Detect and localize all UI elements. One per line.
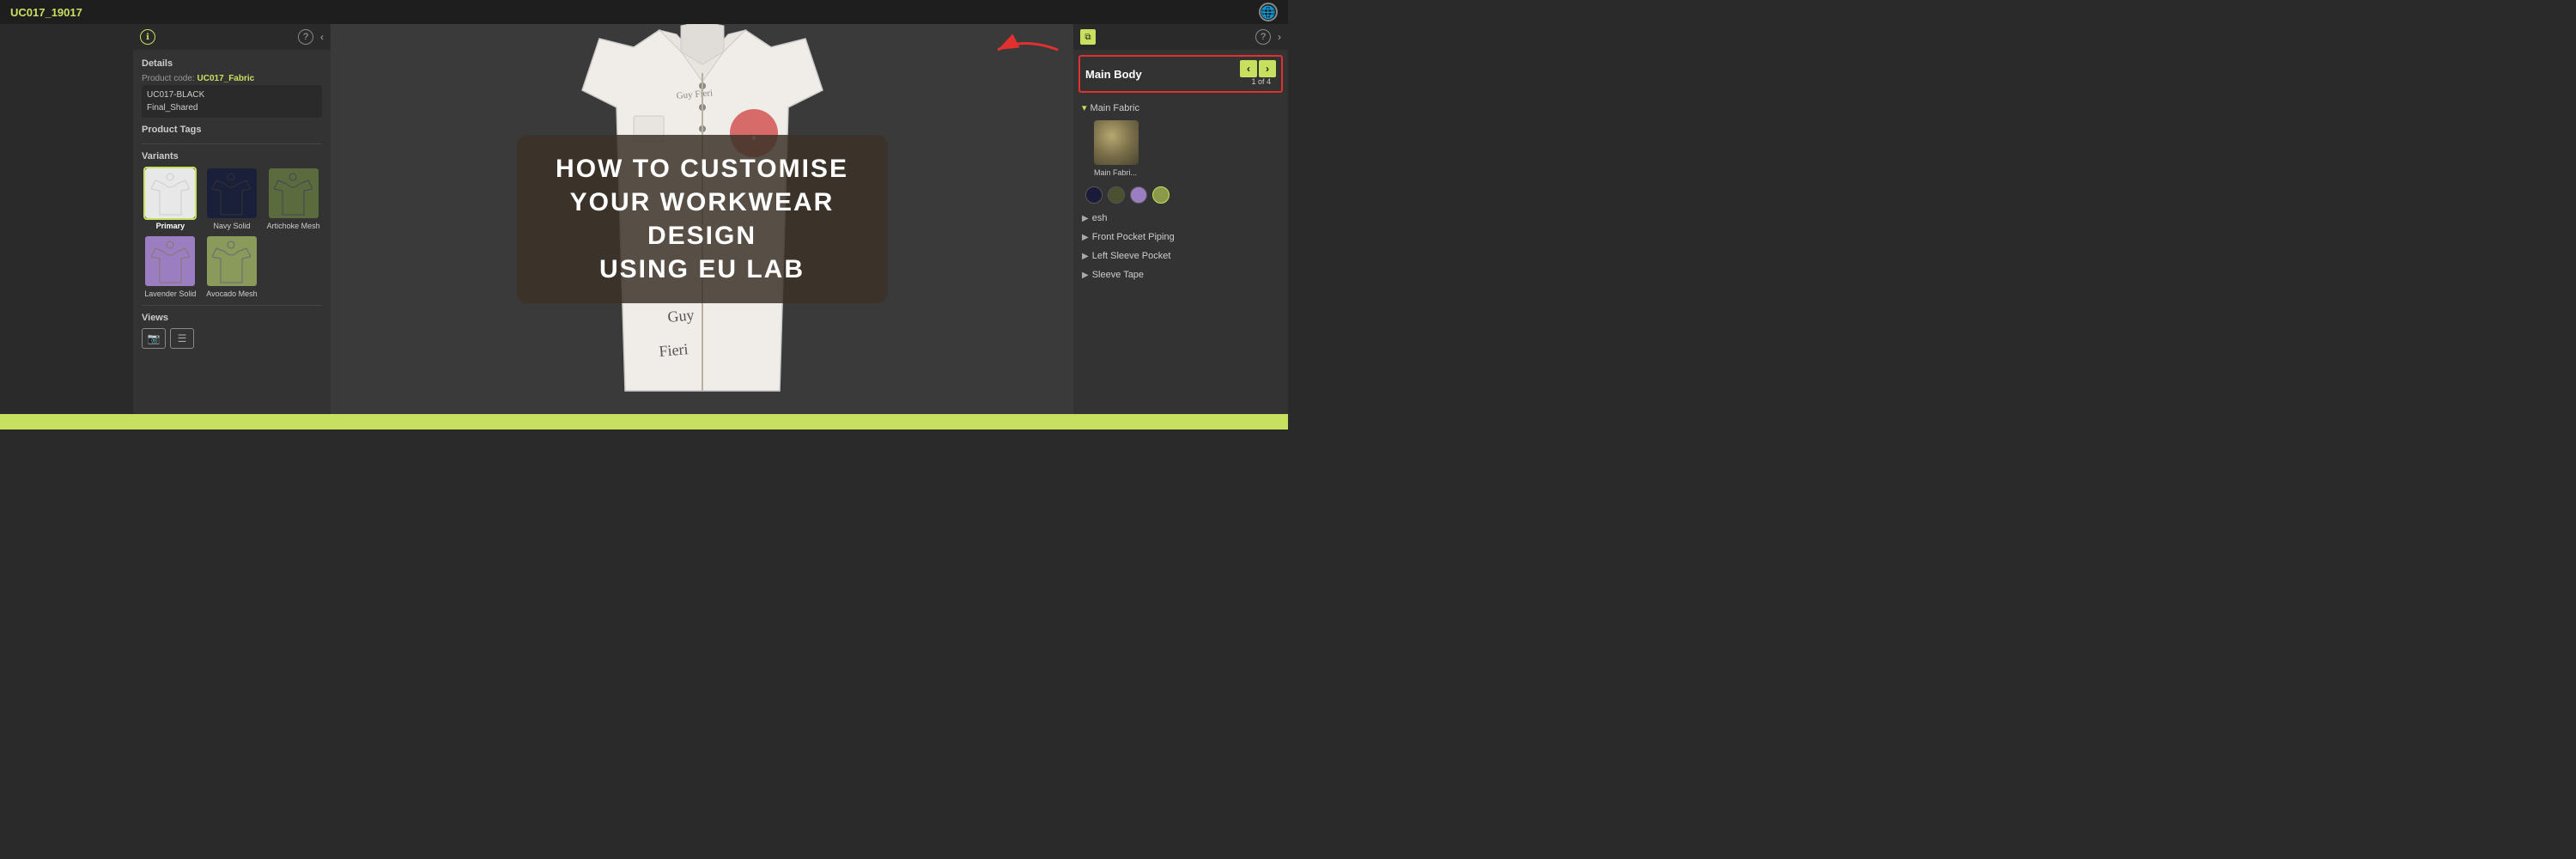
overlay-line1: HOW TO CUSTOMISE: [542, 152, 862, 186]
main-body-section: Main Body ‹ › 1 of 4: [1078, 55, 1283, 93]
expand-arrow-mesh: ▶: [1082, 214, 1089, 223]
variant-avocado[interactable]: Avocado Mesh: [204, 235, 261, 298]
sleeve-tape-label: Sleeve Tape: [1092, 270, 1144, 280]
variant-label-avocado: Avocado Mesh: [206, 289, 257, 298]
right-panel: ⧉ ? › Main Body ‹ › 1 of 4 ▾ Main Fabric…: [1073, 24, 1288, 414]
prev-button[interactable]: ‹: [1240, 60, 1257, 77]
variant-thumb-primary[interactable]: [143, 167, 197, 220]
next-button[interactable]: ›: [1259, 60, 1276, 77]
main-fabric-label: Main Fabric: [1091, 103, 1139, 113]
expandable-front-pocket[interactable]: ▶ Front Pocket Piping: [1073, 228, 1288, 247]
left-panel: ℹ ? ‹ Details Product code: UC017_Fabric…: [133, 24, 331, 414]
right-question-icon[interactable]: ?: [1255, 29, 1271, 45]
expand-arrow-sleeve-tape: ▶: [1082, 271, 1089, 280]
expandable-sleeve-tape[interactable]: ▶ Sleeve Tape: [1073, 265, 1288, 284]
variant-label-lavender: Lavender Solid: [144, 289, 196, 298]
question-icon[interactable]: ?: [298, 29, 313, 45]
list-view-btn[interactable]: ☰: [170, 328, 194, 349]
left-panel-header: ℹ ? ‹: [133, 24, 331, 50]
variant-label-navy: Navy Solid: [213, 222, 250, 230]
product-code-label: Product code: UC017_Fabric: [142, 74, 322, 83]
mesh-label: esh: [1092, 213, 1108, 223]
bottom-bar: [0, 414, 1288, 430]
collapse-arrow[interactable]: ‹: [320, 31, 324, 43]
right-panel-header: ⧉ ? ›: [1073, 24, 1288, 50]
variants-grid: Primary Navy Solid: [142, 167, 322, 298]
globe-icon[interactable]: 🌐: [1259, 3, 1278, 21]
views-label: Views: [142, 313, 322, 323]
main-body-counter: 1 of 4: [1251, 77, 1271, 86]
variant-label-primary: Primary: [156, 222, 185, 230]
variant-thumb-navy[interactable]: [205, 167, 258, 220]
center-garment-area: ★ Guy Fieri Guy Fieri HOW TO CUSTOMISE Y…: [331, 24, 1073, 414]
variant-name-block: UC017-BLACKFinal_Shared: [142, 85, 322, 118]
variants-label: Variants: [142, 151, 322, 161]
left-sleeve-label: Left Sleeve Pocket: [1092, 251, 1171, 261]
variant-label-artichoke: Artichoke Mesh: [267, 222, 320, 230]
main-fabric-section: ▾ Main Fabric Main Fabri...: [1073, 98, 1288, 181]
swatch-lavender[interactable]: [1130, 186, 1147, 204]
views-icons: 📷 ☰: [142, 328, 322, 349]
variant-thumb-lavender[interactable]: [143, 235, 197, 288]
swatch-avocado-selected[interactable]: [1152, 186, 1170, 204]
svg-text:Fieri: Fieri: [658, 340, 689, 360]
swatch-olive[interactable]: [1108, 186, 1125, 204]
variant-navy[interactable]: Navy Solid: [204, 167, 261, 230]
product-id: UC017_19017: [10, 6, 82, 19]
camera-view-btn[interactable]: 📷: [142, 328, 166, 349]
overlay-text: HOW TO CUSTOMISE YOUR WORKWEAR DESIGN US…: [542, 152, 862, 286]
main-body-title: Main Body: [1085, 68, 1142, 81]
overlay-line3: USING EU LAB: [542, 253, 862, 286]
fabric-name-label: Main Fabri...: [1094, 168, 1137, 177]
variant-primary[interactable]: Primary: [142, 167, 199, 230]
views-section: Views 📷 ☰: [142, 313, 322, 349]
product-code-value: UC017_Fabric: [197, 74, 255, 83]
variant-artichoke[interactable]: Artichoke Mesh: [264, 167, 322, 230]
color-swatches: [1073, 181, 1288, 209]
variant-lavender[interactable]: Lavender Solid: [142, 235, 199, 298]
variants-section: Variants Primary: [142, 151, 322, 298]
expandable-left-sleeve[interactable]: ▶ Left Sleeve Pocket: [1073, 247, 1288, 265]
overlay-banner: HOW TO CUSTOMISE YOUR WORKWEAR DESIGN US…: [516, 135, 888, 303]
details-label: Details: [142, 58, 322, 69]
front-pocket-label: Front Pocket Piping: [1092, 232, 1175, 242]
fabric-arrow: ▾: [1082, 102, 1087, 113]
expand-arrow-front-pocket: ▶: [1082, 233, 1089, 242]
variant-thumb-avocado[interactable]: [205, 235, 258, 288]
fabric-thumb-area[interactable]: Main Fabri...: [1094, 120, 1279, 177]
info-icon[interactable]: ℹ: [140, 29, 155, 45]
product-tags-label: Product Tags: [142, 125, 322, 135]
svg-text:Guy: Guy: [666, 306, 695, 326]
variant-thumb-artichoke[interactable]: [267, 167, 320, 220]
overlay-line2: YOUR WORKWEAR DESIGN: [542, 186, 862, 253]
swatch-navy[interactable]: [1085, 186, 1103, 204]
top-bar: UC017_19017 🌐: [0, 0, 1288, 24]
layers-icon: ⧉: [1080, 29, 1096, 45]
fabric-thumbnail[interactable]: [1094, 120, 1139, 165]
main-fabric-header[interactable]: ▾ Main Fabric: [1082, 102, 1279, 113]
expand-arrow-left-sleeve: ▶: [1082, 252, 1089, 261]
right-expand-arrow[interactable]: ›: [1278, 31, 1281, 43]
expandable-mesh[interactable]: ▶ esh: [1073, 209, 1288, 228]
